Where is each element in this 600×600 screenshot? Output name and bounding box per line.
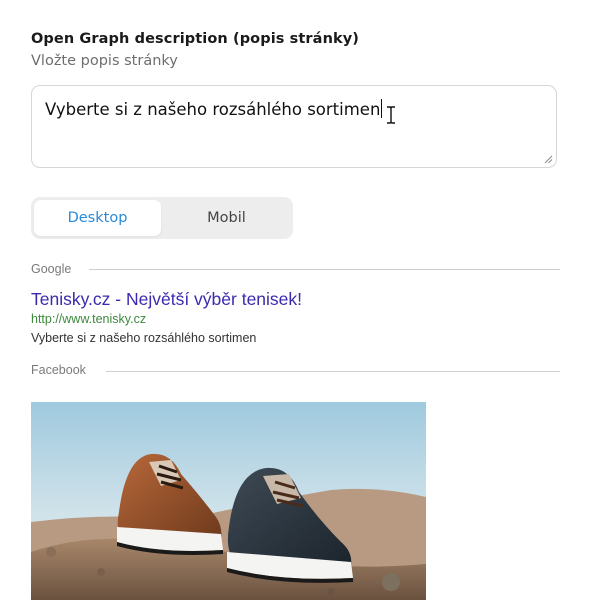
textarea-value: Vyberte si z našeho rozsáhlého sortimen [45, 100, 381, 119]
og-description-hint: Vložte popis stránky [31, 53, 178, 69]
facebook-preview-image [31, 402, 426, 600]
sneakers-photo [31, 402, 426, 600]
tab-desktop[interactable]: Desktop [34, 200, 161, 236]
google-result-url[interactable]: http://www.tenisky.cz [31, 312, 146, 326]
og-description-label: Open Graph description (popis stránky) [31, 31, 360, 47]
text-caret [381, 99, 383, 118]
preview-toggle: Desktop Mobil [31, 197, 293, 239]
text-cursor-icon [387, 106, 395, 124]
google-section-label: Google [31, 262, 72, 276]
facebook-section-divider [106, 371, 560, 372]
textarea-text: Vyberte si z našeho rozsáhlého sortimen [45, 99, 383, 119]
og-description-textarea[interactable]: Vyberte si z našeho rozsáhlého sortimen [31, 85, 557, 168]
google-result-title[interactable]: Tenisky.cz - Největší výběr tenisek! [31, 289, 302, 310]
facebook-section-label: Facebook [31, 363, 86, 377]
google-result-description: Vyberte si z našeho rozsáhlého sortimen [31, 331, 257, 345]
resize-handle-icon[interactable] [544, 155, 553, 164]
google-section-divider [89, 269, 560, 270]
tab-mobile[interactable]: Mobil [163, 200, 290, 236]
